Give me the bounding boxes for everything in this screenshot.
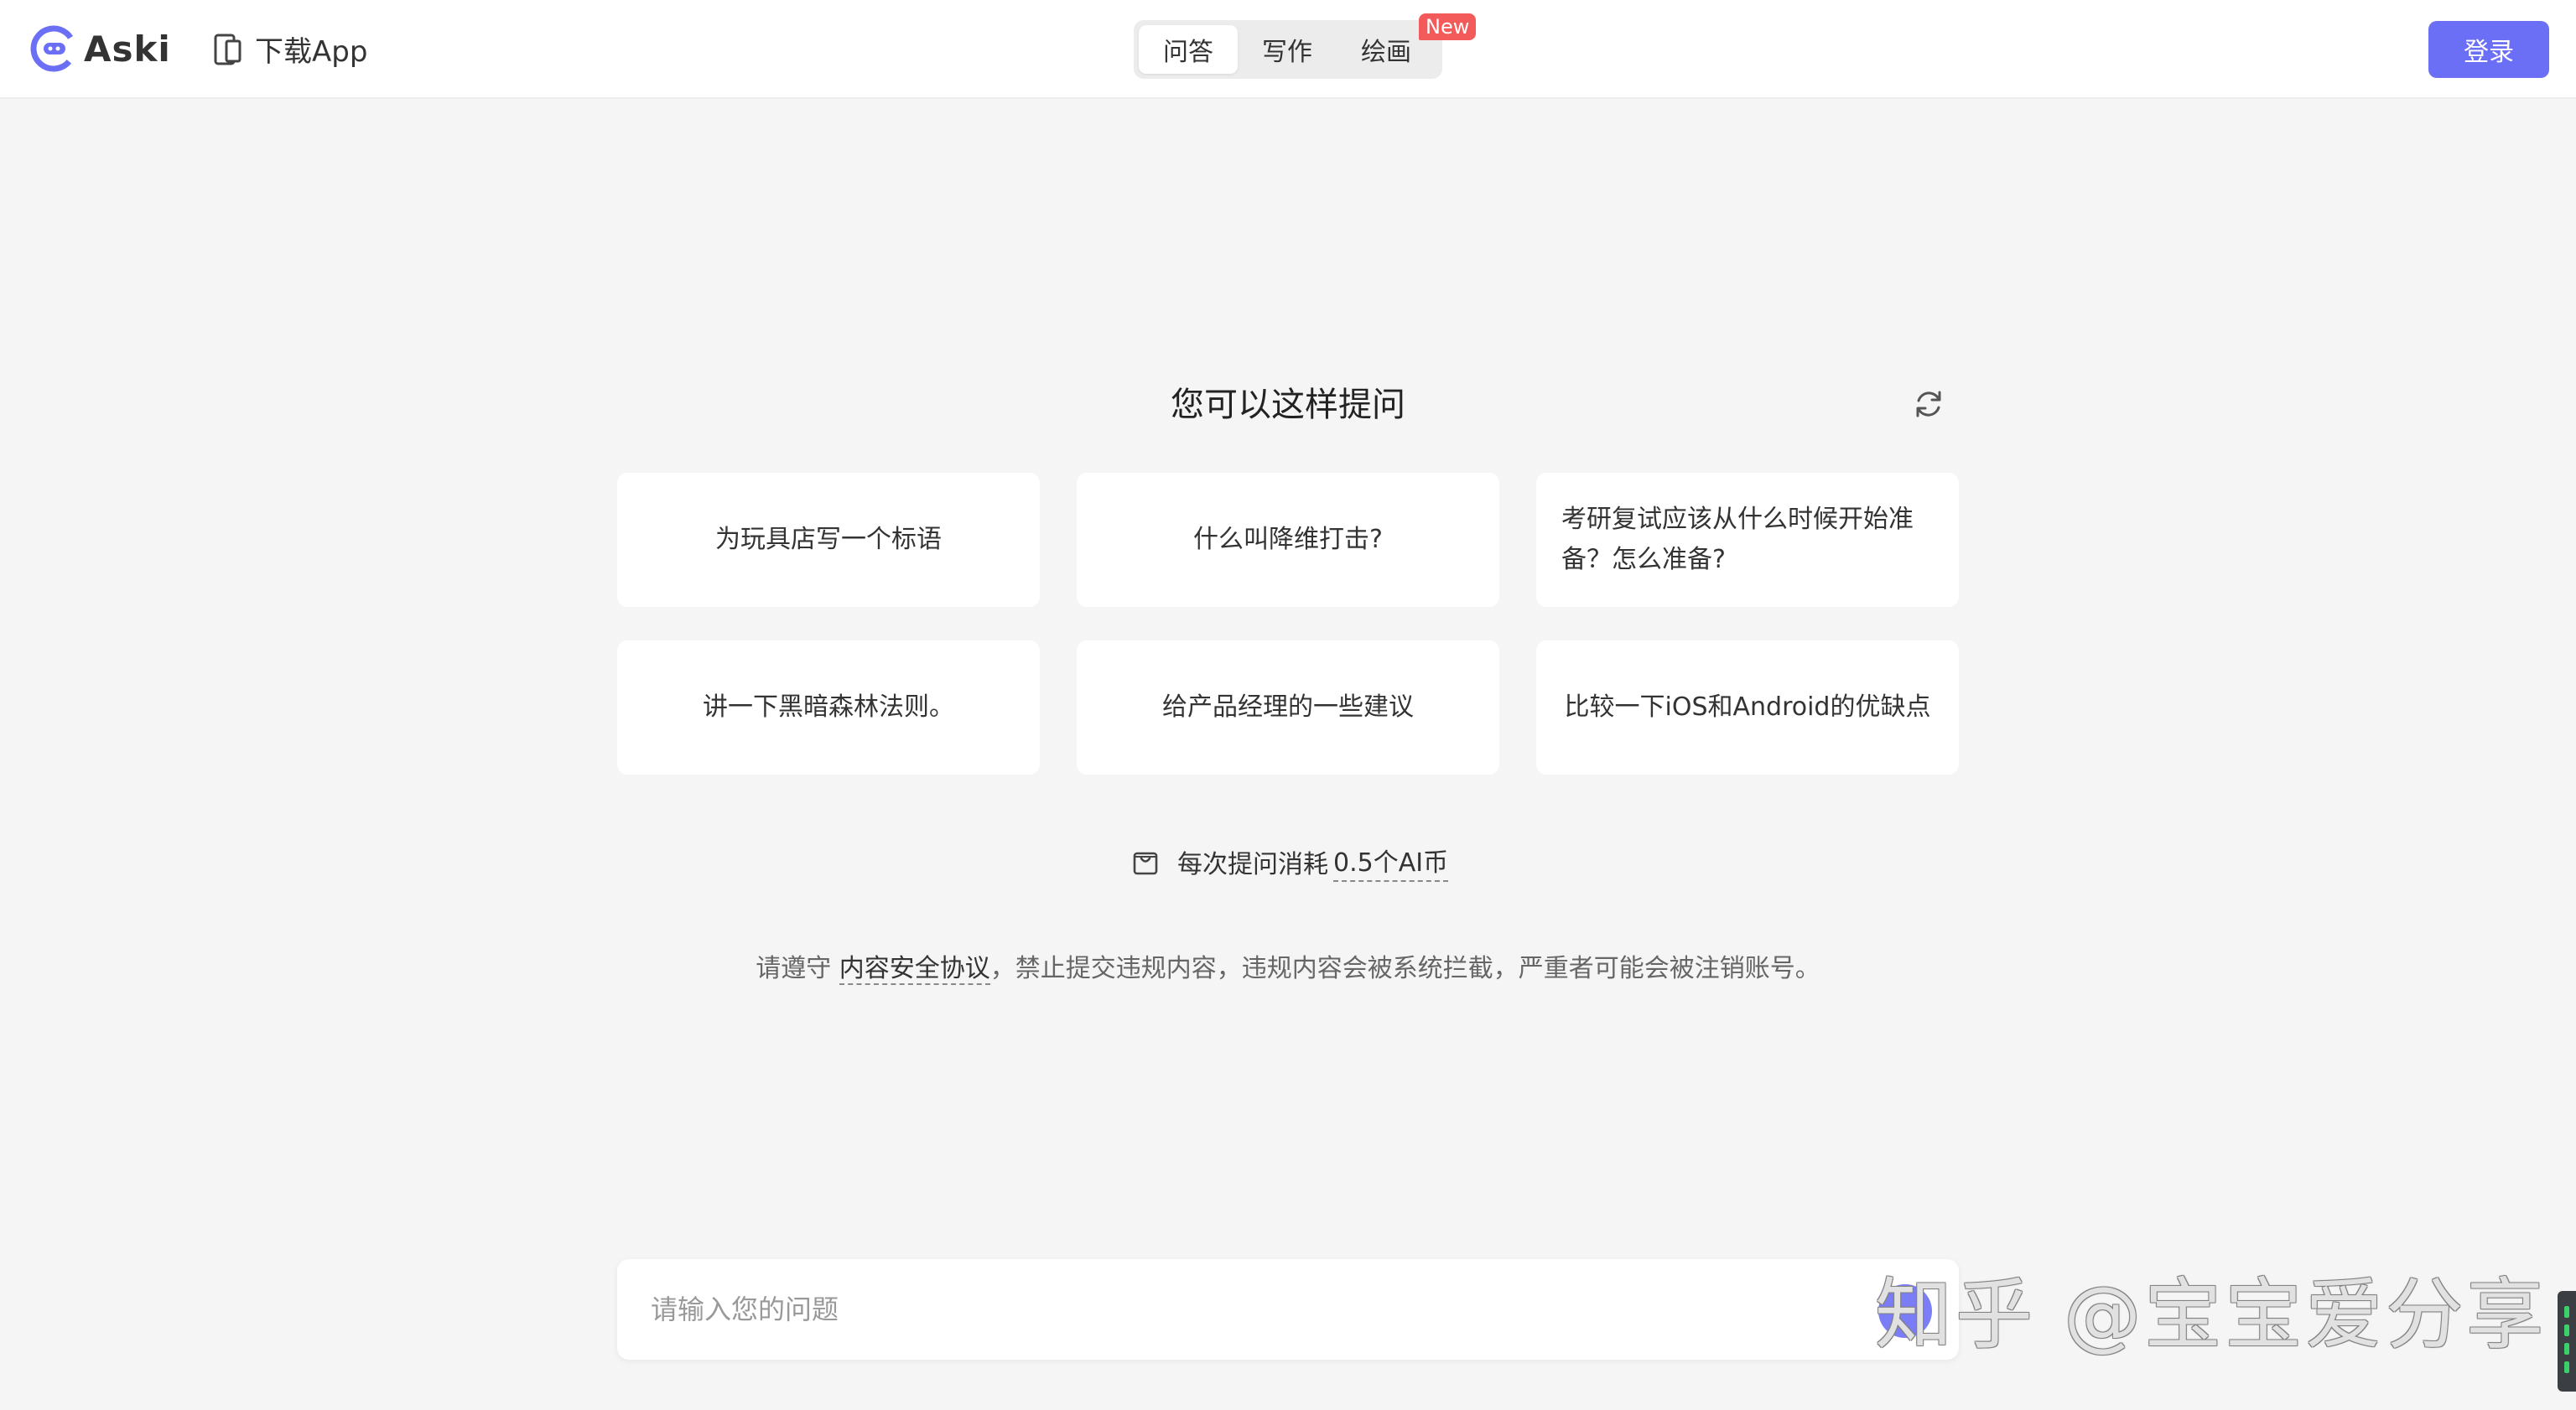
shopping-bag-icon (1133, 852, 1158, 875)
notice-before: 请遵守 (756, 954, 832, 983)
content-notice: 请遵守 内容安全协议，禁止提交违规内容，违规内容会被系统拦截，严重者可能会被注销… (503, 947, 2073, 985)
tab-writing[interactable]: 写作 (1238, 25, 1337, 74)
side-status-widget (2558, 1291, 2576, 1392)
suggestion-card[interactable]: 考研复试应该从什么时候开始准备？怎么准备? (1536, 473, 1959, 607)
phone-icon (214, 34, 242, 65)
suggestion-card[interactable]: 给产品经理的一些建议 (1077, 640, 1499, 775)
login-button[interactable]: 登录 (2428, 21, 2549, 78)
question-input[interactable] (651, 1284, 1858, 1335)
suggestion-card[interactable]: 什么叫降维打击? (1077, 473, 1499, 607)
notice-after: ，禁止提交违规内容，违规内容会被系统拦截，严重者可能会被注销账号。 (989, 954, 1820, 983)
suggestion-card[interactable]: 讲一下黑暗森林法则。 (617, 640, 1040, 775)
logo[interactable]: Aski (30, 25, 171, 72)
refresh-icon[interactable] (1912, 387, 1945, 421)
suggestions-title: 您可以这样提问 (1171, 386, 1405, 424)
tab-qa[interactable]: 问答 (1139, 25, 1238, 74)
suggestion-card[interactable]: 比较一下iOS和Android的优缺点 (1536, 640, 1959, 775)
download-app-link[interactable]: 下载App (213, 29, 367, 70)
cost-info: 每次提问消耗 0.5个AI币 (1132, 842, 1449, 882)
mode-tabs: 问答 写作 绘画 (1134, 20, 1442, 79)
aski-logo-icon (30, 25, 77, 72)
cost-prefix: 每次提问消耗 (1177, 850, 1328, 879)
ai-coin-link[interactable]: 0.5个AI币 (1333, 842, 1449, 882)
top-header: Aski 下载App 问答 写作 绘画 New 登录 (0, 0, 2576, 99)
question-input-box (617, 1259, 1959, 1360)
new-badge: New (1419, 13, 1477, 40)
zhihu-watermark: 知乎 @宝宝爱分享 (1875, 1270, 2547, 1360)
logo-text: Aski (84, 28, 171, 70)
download-app-label: 下载App (255, 35, 368, 69)
content-safety-agreement-link[interactable]: 内容安全协议 (839, 954, 990, 985)
suggestion-cards: 为玩具店写一个标语 什么叫降维打击? 考研复试应该从什么时候开始准备？怎么准备?… (617, 473, 1959, 775)
suggestion-card[interactable]: 为玩具店写一个标语 (617, 473, 1040, 607)
